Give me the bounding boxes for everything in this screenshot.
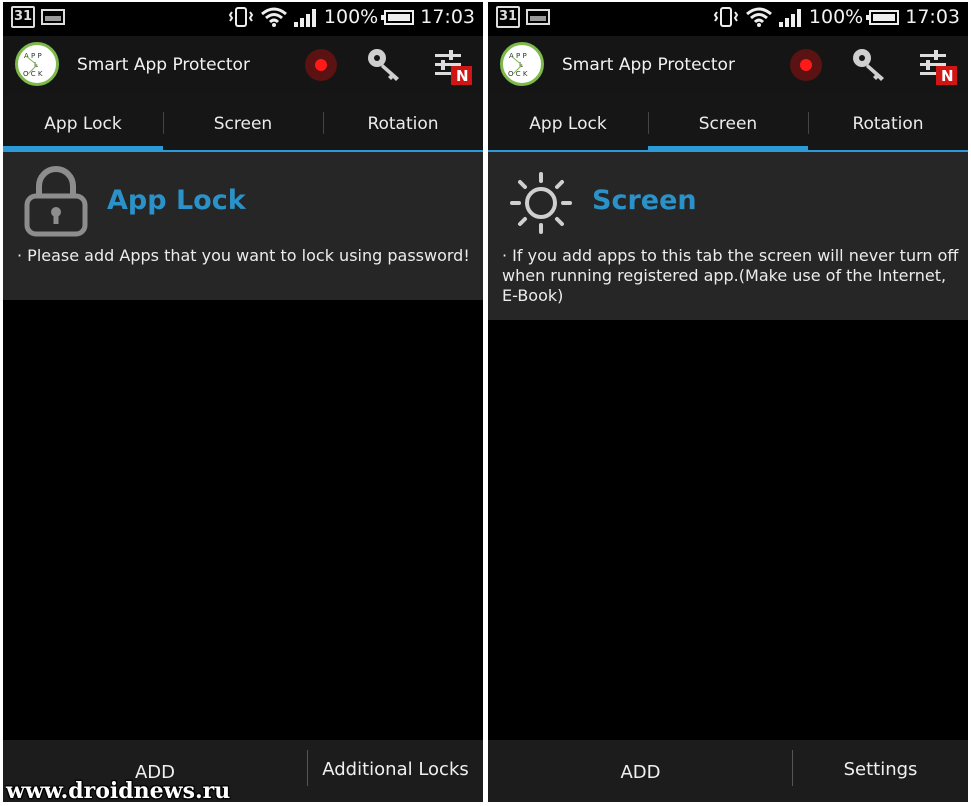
app-logo: A P P L O C K	[500, 42, 544, 86]
clock: 17:03	[905, 6, 960, 28]
battery-icon	[866, 9, 900, 25]
record-button[interactable]	[790, 49, 822, 81]
status-bar: 31 100% 17:03	[488, 2, 968, 36]
tab-app-lock[interactable]: App Lock	[3, 94, 163, 152]
status-bar: 31 100% 17:03	[3, 2, 483, 36]
padlock-icon	[24, 166, 88, 237]
tab-bar: App Lock Screen Rotation	[488, 94, 968, 152]
calendar-icon: 31	[11, 6, 35, 28]
wifi-icon	[260, 7, 287, 27]
notification-settings-icon[interactable]: N	[431, 46, 473, 86]
tab-label: Screen	[698, 114, 758, 134]
phone-screen-screen: 31 100% 17:03 A P P L O C K Smart App Pr…	[488, 2, 968, 802]
additional-locks-button[interactable]: Additional Locks	[308, 740, 483, 802]
tab-label: Screen	[213, 114, 273, 134]
phone-screen-app-lock: 31 100% 17:03 A P P L O C K Smart App Pr…	[3, 2, 483, 802]
app-title: Smart App Protector	[77, 55, 250, 75]
svg-text:N: N	[941, 67, 954, 85]
app-title: Smart App Protector	[562, 55, 735, 75]
panel-description: · Please add Apps that you want to lock …	[17, 246, 470, 265]
bottom-bar: ADD Settings	[488, 740, 968, 802]
key-icon[interactable]	[850, 47, 890, 83]
svg-text:N: N	[456, 67, 469, 85]
info-panel: Screen · If you add apps to this tab the…	[488, 152, 968, 320]
svg-text:O C K: O C K	[508, 70, 528, 78]
settings-button[interactable]: Settings	[793, 740, 968, 802]
image-icon	[41, 9, 65, 25]
panel-title: App Lock	[107, 185, 246, 216]
tab-app-lock[interactable]: App Lock	[488, 94, 648, 150]
battery-icon	[381, 9, 415, 25]
wifi-icon	[745, 7, 772, 27]
record-button[interactable]	[305, 49, 337, 81]
record-dot-icon	[315, 59, 327, 71]
panel-title: Screen	[592, 185, 697, 216]
tab-screen[interactable]: Screen	[163, 94, 323, 150]
vibrate-icon	[228, 7, 254, 27]
battery-percent: 100%	[808, 6, 864, 28]
tab-rotation[interactable]: Rotation	[323, 94, 483, 150]
vibrate-icon	[713, 7, 739, 27]
info-panel: App Lock · Please add Apps that you want…	[3, 152, 483, 300]
signal-icon	[293, 7, 318, 27]
record-dot-icon	[800, 59, 812, 71]
battery-percent: 100%	[323, 6, 379, 28]
tab-label: App Lock	[44, 114, 122, 134]
svg-text:O C K: O C K	[23, 70, 43, 78]
tab-label: Rotation	[367, 114, 439, 134]
tab-bar: App Lock Screen Rotation	[3, 94, 483, 152]
clock: 17:03	[420, 6, 475, 28]
tab-label: Rotation	[852, 114, 924, 134]
signal-icon	[778, 7, 803, 27]
image-icon	[526, 9, 550, 25]
notification-settings-icon[interactable]: N	[916, 46, 958, 86]
action-bar: A P P L O C K Smart App Protector N	[3, 36, 483, 94]
add-button[interactable]: ADD	[488, 740, 793, 802]
watermark: www.droidnews.ru	[6, 778, 231, 804]
tab-screen[interactable]: Screen	[648, 94, 808, 152]
sun-icon	[510, 172, 572, 234]
key-icon[interactable]	[365, 47, 405, 83]
tab-label: App Lock	[529, 114, 607, 134]
calendar-icon: 31	[496, 6, 520, 28]
panel-description: · If you add apps to this tab the screen…	[502, 246, 959, 305]
action-bar: A P P L O C K Smart App Protector N	[488, 36, 968, 94]
app-logo: A P P L O C K	[15, 42, 59, 86]
tab-rotation[interactable]: Rotation	[808, 94, 968, 150]
